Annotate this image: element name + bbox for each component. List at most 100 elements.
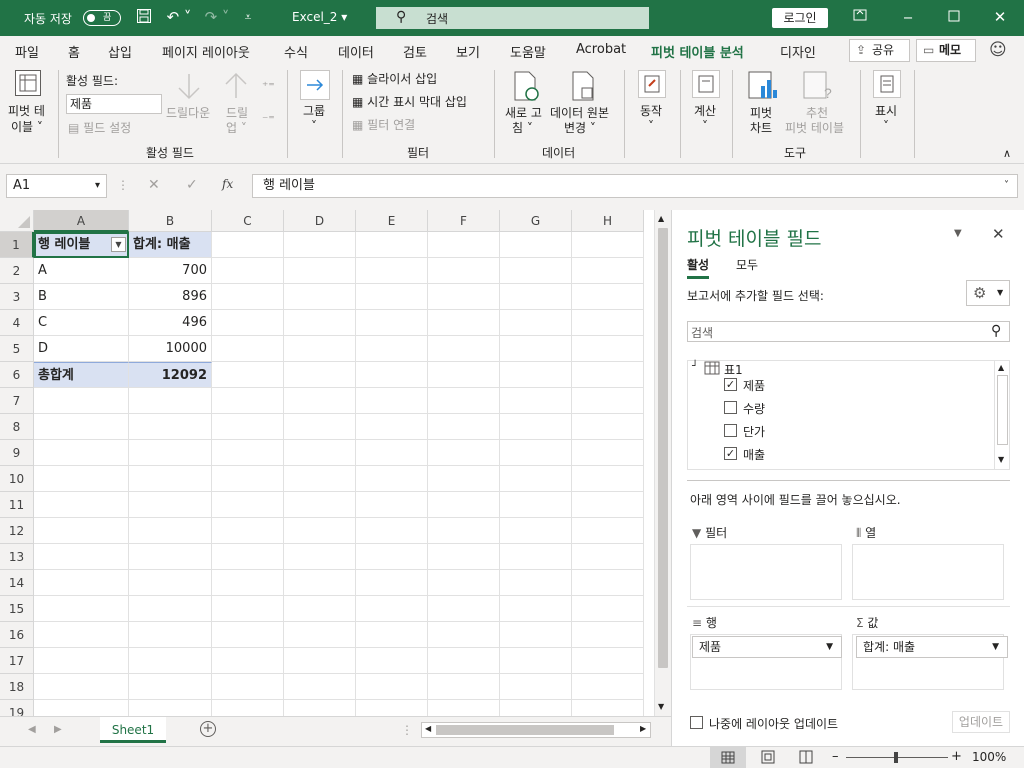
cancel-formula-icon[interactable]: ✕ xyxy=(148,177,160,193)
field-scroll-up-icon[interactable]: ▲ xyxy=(998,363,1004,372)
name-box-dropdown-icon[interactable]: ▾ xyxy=(95,175,100,197)
cell-c16[interactable] xyxy=(212,622,284,648)
next-sheet-icon[interactable]: ▶ xyxy=(54,724,62,735)
cell-h16[interactable] xyxy=(572,622,644,648)
field-list-scrollbar[interactable]: ▲ ▼ xyxy=(994,361,1010,469)
cell-h8[interactable] xyxy=(572,414,644,440)
show-button-arrow[interactable]: ˅ xyxy=(883,119,889,134)
row-header-5[interactable]: 5 xyxy=(0,336,34,362)
cell-d16[interactable] xyxy=(284,622,356,648)
tab-pivottable-analyze[interactable]: 피벗 테이블 분석 xyxy=(651,42,744,67)
values-field-item[interactable]: 합계: 매출 ▼ xyxy=(856,636,1008,658)
row-header-2[interactable]: 2 xyxy=(0,258,34,284)
cell-g14[interactable] xyxy=(500,570,572,596)
cell-e2[interactable] xyxy=(356,258,428,284)
cell-d5[interactable] xyxy=(284,336,356,362)
prev-sheet-icon[interactable]: ◀ xyxy=(28,724,36,735)
cell-a14[interactable] xyxy=(34,570,129,596)
row-header-10[interactable]: 10 xyxy=(0,466,34,492)
cell-e17[interactable] xyxy=(356,648,428,674)
cell-f13[interactable] xyxy=(428,544,500,570)
collapse-field-icon[interactable]: ⁻⁼ xyxy=(262,112,275,127)
field-settings-button[interactable]: ▤ 필드 설정 xyxy=(68,121,131,136)
cell-f2[interactable] xyxy=(428,258,500,284)
pane-close-icon[interactable]: ✕ xyxy=(992,225,1005,243)
ribbon-display-icon[interactable] xyxy=(852,8,868,26)
pivot-grand-total-label[interactable]: 총합계 xyxy=(34,362,129,388)
minimize-icon[interactable]: ‒ xyxy=(900,8,916,26)
cell-f16[interactable] xyxy=(428,622,500,648)
cell-h12[interactable] xyxy=(572,518,644,544)
formula-input[interactable]: 행 레이블 xyxy=(252,174,1018,198)
tab-view[interactable]: 보기 xyxy=(456,42,480,61)
pane-options-icon[interactable]: ▼ xyxy=(954,228,962,239)
cell-a8[interactable] xyxy=(34,414,129,440)
cell-f8[interactable] xyxy=(428,414,500,440)
cell-f14[interactable] xyxy=(428,570,500,596)
cell-f4[interactable] xyxy=(428,310,500,336)
cell-g19[interactable] xyxy=(500,700,572,716)
filter-area[interactable] xyxy=(690,544,842,600)
cell-d6[interactable] xyxy=(284,362,356,388)
cell-h4[interactable] xyxy=(572,310,644,336)
field-name[interactable]: 수량 xyxy=(743,400,765,417)
actions-button[interactable]: 동작 xyxy=(640,104,662,119)
row-header-8[interactable]: 8 xyxy=(0,414,34,440)
cell-e7[interactable] xyxy=(356,388,428,414)
show-button[interactable]: 표시 xyxy=(875,104,897,119)
cell-b14[interactable] xyxy=(129,570,212,596)
cell-c18[interactable] xyxy=(212,674,284,700)
cell-g5[interactable] xyxy=(500,336,572,362)
cell-h11[interactable] xyxy=(572,492,644,518)
tab-design[interactable]: 디자인 xyxy=(780,42,816,61)
pivot-row-label[interactable]: C xyxy=(34,310,129,336)
column-header-h[interactable]: H xyxy=(572,210,644,232)
cell-d4[interactable] xyxy=(284,310,356,336)
zoom-out-icon[interactable]: – xyxy=(832,749,839,764)
cell-e9[interactable] xyxy=(356,440,428,466)
cell-g6[interactable] xyxy=(500,362,572,388)
search-box[interactable]: ⚲ 검색 xyxy=(376,7,649,29)
cell-d18[interactable] xyxy=(284,674,356,700)
cell-c8[interactable] xyxy=(212,414,284,440)
cell-b8[interactable] xyxy=(129,414,212,440)
change-data-source-label2[interactable]: 변경 ˅ xyxy=(564,121,596,136)
close-icon[interactable]: ✕ xyxy=(992,8,1008,26)
cell-b7[interactable] xyxy=(129,388,212,414)
column-header-g[interactable]: G xyxy=(500,210,572,232)
comments-button[interactable]: ▭ 메모 xyxy=(916,39,976,62)
cell-c12[interactable] xyxy=(212,518,284,544)
maximize-icon[interactable] xyxy=(946,8,962,26)
scroll-up-icon[interactable]: ▲ xyxy=(658,214,664,223)
cell-c3[interactable] xyxy=(212,284,284,310)
cell-f6[interactable] xyxy=(428,362,500,388)
cell-c17[interactable] xyxy=(212,648,284,674)
scroll-right-icon[interactable]: ▶ xyxy=(640,724,646,733)
cell-e10[interactable] xyxy=(356,466,428,492)
drill-up-button-label2[interactable]: 업 ˅ xyxy=(226,121,247,136)
cell-g8[interactable] xyxy=(500,414,572,440)
calculations-button-arrow[interactable]: ˅ xyxy=(702,119,708,134)
field-checkbox-1[interactable] xyxy=(724,401,737,414)
scroll-left-icon[interactable]: ◀ xyxy=(425,724,431,733)
row-header-19[interactable]: 19 xyxy=(0,700,34,716)
drill-down-button[interactable]: 드릴다운 xyxy=(166,106,210,121)
cell-e4[interactable] xyxy=(356,310,428,336)
cell-d11[interactable] xyxy=(284,492,356,518)
cell-h17[interactable] xyxy=(572,648,644,674)
cell-b16[interactable] xyxy=(129,622,212,648)
active-field-input[interactable]: 제품 xyxy=(66,94,162,114)
cell-f10[interactable] xyxy=(428,466,500,492)
filter-connections-button[interactable]: ▦ 필터 연결 xyxy=(352,118,415,133)
zoom-level[interactable]: 100% xyxy=(972,750,1006,764)
cell-e18[interactable] xyxy=(356,674,428,700)
cell-h5[interactable] xyxy=(572,336,644,362)
scroll-down-icon[interactable]: ▼ xyxy=(658,702,664,711)
cell-g15[interactable] xyxy=(500,596,572,622)
tab-data[interactable]: 데이터 xyxy=(338,42,374,61)
recommended-pivottables-button[interactable]: 추천 xyxy=(806,106,828,121)
cell-h7[interactable] xyxy=(572,388,644,414)
normal-view-button[interactable] xyxy=(710,747,746,768)
cell-g11[interactable] xyxy=(500,492,572,518)
cell-d7[interactable] xyxy=(284,388,356,414)
